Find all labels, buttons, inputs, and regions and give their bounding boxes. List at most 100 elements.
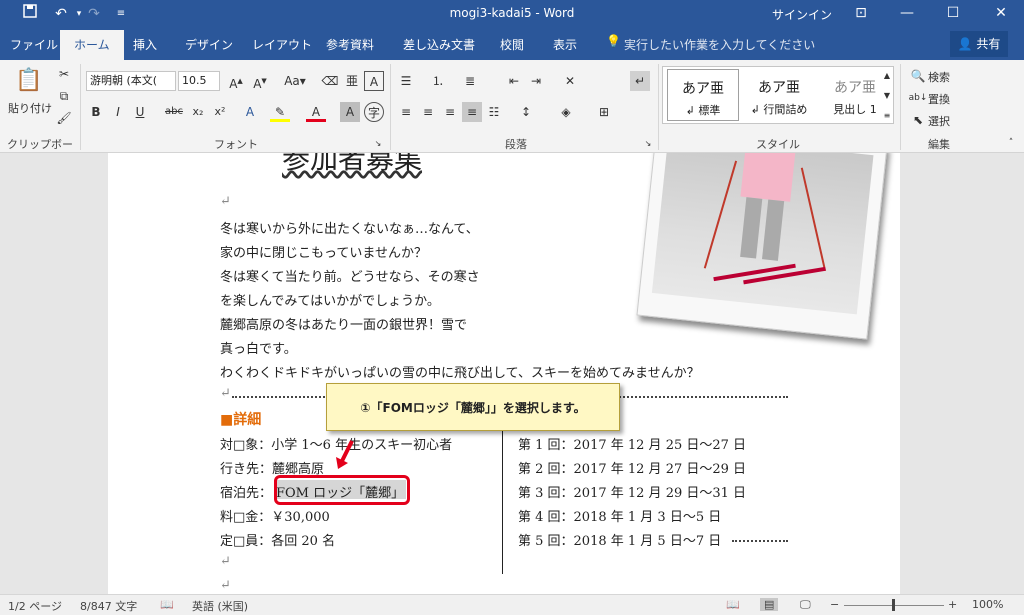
enclose-char-icon[interactable]: 字 bbox=[364, 102, 384, 122]
line-spacing-icon[interactable]: ↕ bbox=[516, 102, 536, 122]
word-count[interactable]: 8/847 文字 bbox=[80, 598, 137, 614]
replace-icon[interactable]: ab↓ bbox=[908, 88, 928, 108]
font-dialog-launcher-icon[interactable]: ↘ bbox=[372, 138, 384, 150]
style-no-spacing[interactable]: あア亜 ↲ 行間詰め bbox=[743, 69, 815, 121]
align-center-icon[interactable]: ≡ bbox=[418, 102, 438, 122]
share-button[interactable]: 👤 共有 bbox=[950, 31, 1008, 57]
asian-layout-icon[interactable]: ✕ bbox=[560, 71, 580, 91]
read-mode-icon[interactable]: 📖 bbox=[726, 598, 740, 611]
format-painter-icon[interactable]: 🖌 bbox=[54, 108, 74, 128]
superscript-icon[interactable]: x² bbox=[210, 102, 230, 122]
increase-indent-icon[interactable]: ⇥ bbox=[526, 71, 546, 91]
tab-review[interactable]: 校閲 bbox=[500, 36, 524, 53]
highlight-icon[interactable]: ✎ bbox=[270, 102, 290, 122]
grow-font-icon[interactable]: A▲ bbox=[226, 71, 246, 91]
styles-scroll-down-icon[interactable]: ▼ bbox=[880, 86, 894, 106]
char-shading-icon[interactable]: A bbox=[340, 102, 360, 122]
paragraph-dialog-launcher-icon[interactable]: ↘ bbox=[642, 138, 654, 150]
copy-icon[interactable]: ⧉ bbox=[54, 86, 74, 106]
minimize-button[interactable]: — bbox=[884, 0, 930, 28]
paste-button[interactable]: 貼り付け bbox=[8, 100, 52, 116]
tab-insert[interactable]: 挿入 bbox=[133, 36, 157, 53]
ribbon-display-icon[interactable]: ⊡ bbox=[838, 0, 884, 28]
ribbon: 📋 貼り付け ✂ ⧉ 🖌 クリップボード 游明朝 (本文( 10.5 A▲ A▼… bbox=[0, 60, 1024, 167]
select-icon[interactable]: ⬉ bbox=[908, 110, 928, 130]
font-name-combo[interactable]: 游明朝 (本文( bbox=[86, 71, 176, 91]
language-indicator[interactable]: 英語 (米国) bbox=[192, 598, 248, 614]
schedule-line: 第 4 回：2018 年 1 月 3 日～5 日 bbox=[518, 510, 722, 525]
bold-button[interactable]: B bbox=[86, 102, 106, 122]
phonetic-icon[interactable]: 亜 bbox=[342, 71, 362, 91]
tab-home[interactable]: ホーム bbox=[60, 30, 124, 60]
schedule-line: 第 3 回：2017 年 12 月 29 日～31 日 bbox=[518, 486, 747, 501]
schedule-line: 第 1 回：2017 年 12 月 25 日～27 日 bbox=[518, 438, 747, 453]
zoom-slider-thumb[interactable] bbox=[892, 599, 895, 611]
web-layout-icon[interactable]: 🖵 bbox=[800, 598, 811, 612]
shrink-font-icon[interactable]: A▼ bbox=[250, 71, 270, 91]
tab-file[interactable]: ファイル bbox=[10, 36, 58, 53]
editing-group-label: 編集 bbox=[928, 138, 950, 151]
borders-icon[interactable]: ⊞ bbox=[594, 102, 614, 122]
tab-view[interactable]: 表示 bbox=[553, 36, 577, 53]
intro-line: 冬は寒くて当たり前。どうせなら、その寒さ bbox=[220, 270, 480, 285]
find-button[interactable]: 検索 bbox=[928, 69, 950, 85]
font-color-icon[interactable]: A bbox=[306, 102, 326, 122]
zoom-level[interactable]: 100% bbox=[972, 598, 1003, 611]
bullets-icon[interactable]: ☰ bbox=[396, 71, 416, 91]
tab-mailings[interactable]: 差し込み文書 bbox=[403, 36, 475, 53]
selection-highlight-box bbox=[274, 475, 410, 505]
proofing-icon[interactable]: 📖 bbox=[160, 598, 174, 611]
tab-references[interactable]: 参考資料 bbox=[326, 36, 374, 53]
paragraph-group-label: 段落 bbox=[505, 138, 527, 151]
signin-link[interactable]: サインイン bbox=[772, 6, 832, 23]
shading-icon[interactable]: ◈ bbox=[556, 102, 576, 122]
text-effects-icon[interactable]: A bbox=[240, 102, 260, 122]
tab-design[interactable]: デザイン bbox=[185, 36, 233, 53]
dotted-rule bbox=[732, 540, 788, 542]
group-divider bbox=[900, 64, 901, 150]
tell-me-input[interactable]: 実行したい作業を入力してください bbox=[624, 36, 815, 53]
print-layout-icon[interactable]: ▤ bbox=[760, 598, 779, 611]
maximize-button[interactable]: ☐ bbox=[930, 0, 976, 28]
justify-icon[interactable]: ≡ bbox=[462, 102, 482, 122]
multilevel-list-icon[interactable]: ≣ bbox=[460, 71, 480, 91]
intro-line: 真っ白です。 bbox=[220, 342, 297, 357]
char-border-icon[interactable]: A bbox=[364, 71, 384, 91]
strikethrough-button[interactable]: abc bbox=[164, 102, 184, 122]
font-size-combo[interactable]: 10.5 bbox=[178, 71, 220, 91]
styles-scroll-up-icon[interactable]: ▲ bbox=[880, 66, 894, 86]
cut-icon[interactable]: ✂ bbox=[54, 64, 74, 84]
intro-line: 冬は寒いから外に出たくないなぁ…なんて、 bbox=[220, 222, 479, 237]
subscript-icon[interactable]: x₂ bbox=[188, 102, 208, 122]
decrease-indent-icon[interactable]: ⇤ bbox=[504, 71, 524, 91]
show-marks-icon[interactable]: ↵ bbox=[630, 71, 650, 91]
pointer-arrow-icon bbox=[336, 440, 354, 469]
style-normal[interactable]: あア亜 ↲ 標準 bbox=[667, 69, 739, 121]
page-count[interactable]: 1/2 ページ bbox=[8, 598, 62, 614]
italic-button[interactable]: I bbox=[108, 102, 128, 122]
document-page[interactable]: 参加者募集 ↵ 冬は寒いから外に出たくないなぁ…なんて、 家の中に閉じこもってい… bbox=[108, 153, 900, 594]
status-bar: 1/2 ページ 8/847 文字 📖 英語 (米国) 📖 ▤ 🖵 − + 100… bbox=[0, 594, 1024, 615]
zoom-out-icon[interactable]: − bbox=[830, 598, 839, 611]
vertical-scrollbar[interactable] bbox=[1008, 153, 1024, 594]
underline-button[interactable]: U bbox=[130, 102, 150, 122]
replace-button[interactable]: 置換 bbox=[928, 91, 950, 107]
collapse-ribbon-icon[interactable]: ˄ bbox=[1004, 136, 1018, 150]
paste-icon[interactable]: 📋 bbox=[14, 66, 44, 96]
style-sample: あア亜 bbox=[758, 80, 800, 96]
styles-more-icon[interactable]: ≡ bbox=[880, 106, 894, 126]
document-area: 参加者募集 ↵ 冬は寒いから外に出たくないなぁ…なんて、 家の中に閉じこもってい… bbox=[0, 153, 1024, 594]
clear-format-icon[interactable]: ⌫ bbox=[320, 71, 340, 91]
search-icon[interactable]: 🔍 bbox=[908, 66, 928, 86]
select-button[interactable]: 選択 bbox=[928, 113, 950, 129]
align-left-icon[interactable]: ≡ bbox=[396, 102, 416, 122]
tab-layout[interactable]: レイアウト bbox=[252, 36, 312, 53]
change-case-icon[interactable]: Aa▾ bbox=[280, 71, 310, 91]
align-right-icon[interactable]: ≡ bbox=[440, 102, 460, 122]
close-button[interactable]: ✕ bbox=[978, 0, 1024, 28]
group-divider bbox=[658, 64, 659, 150]
distributed-icon[interactable]: ☷ bbox=[484, 102, 504, 122]
instruction-callout: ①「FOMロッジ「麓郷」」を選択します。 bbox=[326, 383, 620, 431]
zoom-in-icon[interactable]: + bbox=[948, 598, 957, 611]
numbering-icon[interactable]: ⒈ bbox=[428, 71, 448, 91]
